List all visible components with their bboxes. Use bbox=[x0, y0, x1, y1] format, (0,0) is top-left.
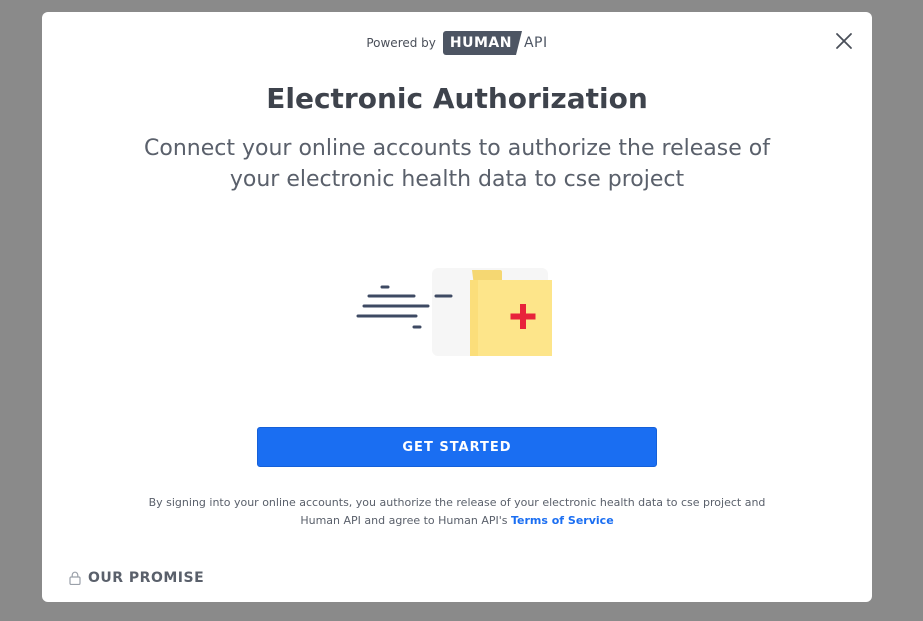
logo-human-text: HUMAN bbox=[443, 31, 522, 55]
page-subtitle: Connect your online accounts to authoriz… bbox=[144, 136, 770, 192]
our-promise-toggle[interactable]: OUR PROMISE bbox=[69, 570, 204, 586]
health-folder-illustration bbox=[352, 266, 572, 366]
terms-of-service-link[interactable]: Terms of Service bbox=[511, 514, 614, 527]
logo-api-text: API bbox=[523, 35, 548, 51]
consent-disclaimer: By signing into your online accounts, yo… bbox=[142, 494, 772, 530]
close-icon bbox=[836, 33, 852, 49]
lock-icon bbox=[69, 571, 81, 585]
get-started-button[interactable]: GET STARTED bbox=[257, 427, 657, 467]
our-promise-label: OUR PROMISE bbox=[88, 570, 205, 586]
page-title: Electronic Authorization bbox=[266, 82, 648, 115]
powered-by-header: Powered by HUMAN API bbox=[42, 31, 872, 55]
disclaimer-text: By signing into your online accounts, yo… bbox=[148, 496, 766, 527]
authorization-modal: Powered by HUMAN API Electronic Authoriz… bbox=[42, 12, 872, 602]
human-api-logo: HUMAN API bbox=[443, 31, 548, 55]
close-button[interactable] bbox=[834, 31, 854, 51]
powered-by-label: Powered by bbox=[366, 36, 436, 50]
